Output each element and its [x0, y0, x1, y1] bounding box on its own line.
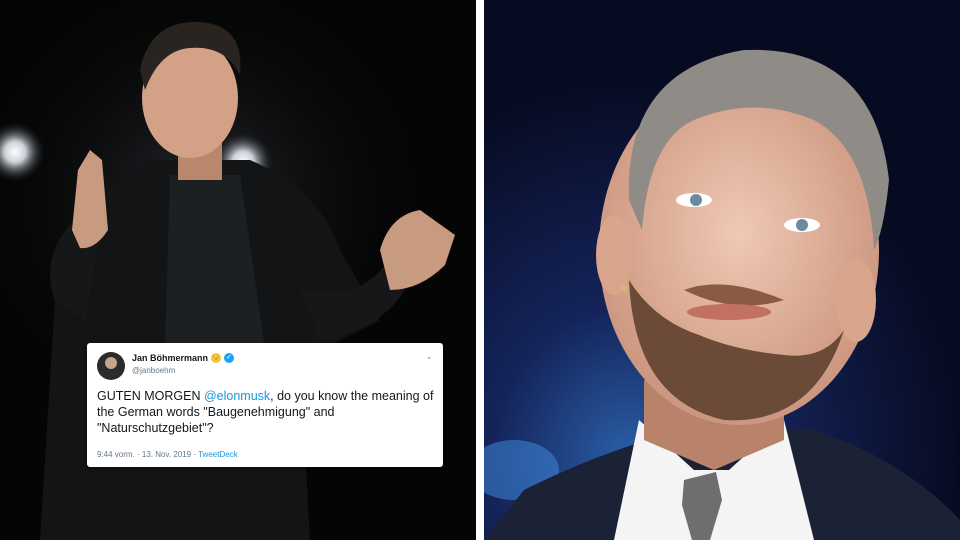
- tweet-meta: 9:44 vorm. · 13. Nov. 2019 · TweetDeck: [97, 450, 238, 459]
- tweet-text: GUTEN MORGEN @elonmusk, do you know the …: [97, 388, 437, 436]
- avatar[interactable]: [97, 352, 125, 380]
- tweet-source-link[interactable]: TweetDeck: [198, 450, 238, 459]
- tweet-time[interactable]: 9:44 vorm.: [97, 450, 135, 459]
- author-name[interactable]: Jan Böhmermann: [132, 353, 208, 363]
- right-photo: [484, 0, 960, 540]
- tweet-text-part: GUTEN MORGEN: [97, 389, 204, 403]
- meta-separator: ·: [134, 450, 142, 459]
- right-photo-panel: [484, 0, 960, 540]
- panel-divider: [476, 0, 484, 540]
- tweet-date[interactable]: 13. Nov. 2019: [142, 450, 191, 459]
- smirk-emoji-icon: 😏: [211, 353, 222, 363]
- left-photo-panel: Jan Böhmermann 😏 ✓ @janboehm ⌄ GUTEN MOR…: [0, 0, 476, 540]
- mention-link[interactable]: @elonmusk: [204, 389, 270, 403]
- tweet-card[interactable]: Jan Böhmermann 😏 ✓ @janboehm ⌄ GUTEN MOR…: [87, 343, 443, 467]
- tweet-author-row: Jan Böhmermann 😏 ✓: [132, 353, 235, 363]
- chevron-down-icon[interactable]: ⌄: [425, 351, 433, 362]
- verified-badge-icon: ✓: [224, 353, 235, 363]
- author-handle[interactable]: @janboehm: [132, 366, 175, 375]
